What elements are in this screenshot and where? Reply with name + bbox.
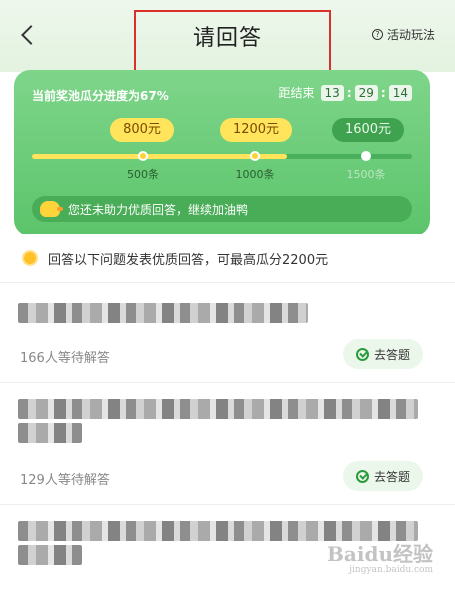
question-icon: ? <box>371 29 383 40</box>
encourage-text: 您还未助力优质回答，继续加油鸭 <box>68 202 249 217</box>
go-answer-label: 去答题 <box>373 347 410 362</box>
reward-badge-1600: 1600元 <box>332 118 404 142</box>
milestone-label-1500: 1500条 <box>346 168 386 181</box>
question-title-blurred <box>18 545 82 565</box>
question-title-blurred <box>18 423 82 443</box>
progress-track <box>32 154 412 159</box>
countdown-label: 距结束 <box>278 86 315 100</box>
coin-icon <box>22 250 38 266</box>
prize-pool-card: 当前奖池瓜分进度为67% 距结束 13 : 29 : 14 800元 1200元… <box>14 70 430 236</box>
edit-check-icon <box>355 347 369 361</box>
milestone-node-1000 <box>250 151 260 161</box>
countdown-minutes: 29 <box>354 84 378 101</box>
reward-badge-1200: 1200元 <box>220 118 292 142</box>
edit-check-icon <box>355 469 369 483</box>
question-title-blurred <box>18 399 418 419</box>
encourage-banner: 您还未助力优质回答，继续加油鸭 <box>32 196 412 222</box>
go-answer-label: 去答题 <box>373 469 410 484</box>
question-title-blurred <box>18 303 308 323</box>
go-answer-button[interactable]: 去答题 <box>343 339 423 369</box>
question-item[interactable]: 129人等待解答 去答题 <box>0 382 455 504</box>
waiting-count: 166人等待解答 <box>20 351 110 366</box>
milestone-label-1000: 1000条 <box>235 168 275 181</box>
question-item[interactable]: 166人等待解答 去答题 <box>0 282 455 382</box>
reward-badge-800: 800元 <box>110 118 174 142</box>
highlight-annotation-box <box>134 10 331 78</box>
watermark-sub: jingyan.baidu.com <box>349 565 433 575</box>
countdown-seconds: 14 <box>388 84 412 101</box>
waiting-count: 129人等待解答 <box>20 473 110 488</box>
pool-progress-text: 当前奖池瓜分进度为67% <box>32 89 169 103</box>
progress-fill <box>32 154 287 159</box>
activity-rules-link[interactable]: ? 活动玩法 <box>371 26 435 43</box>
notice-text: 回答以下问题发表优质回答，可最高瓜分2200元 <box>48 252 329 268</box>
duck-icon <box>40 201 63 217</box>
countdown-timer: 距结束 13 : 29 : 14 <box>279 84 412 101</box>
watermark-brand: Baidu经验 <box>327 542 433 566</box>
milestone-node-500 <box>138 151 148 161</box>
milestone-node-1500 <box>361 151 371 161</box>
go-answer-button[interactable]: 去答题 <box>343 461 423 491</box>
milestone-label-500: 500条 <box>127 168 159 181</box>
baidu-watermark: Baidu经验 jingyan.baidu.com <box>327 538 433 575</box>
activity-rules-label: 活动玩法 <box>386 28 435 42</box>
countdown-hours: 13 <box>320 84 344 101</box>
notice-bar: 回答以下问题发表优质回答，可最高瓜分2200元 <box>0 234 455 282</box>
